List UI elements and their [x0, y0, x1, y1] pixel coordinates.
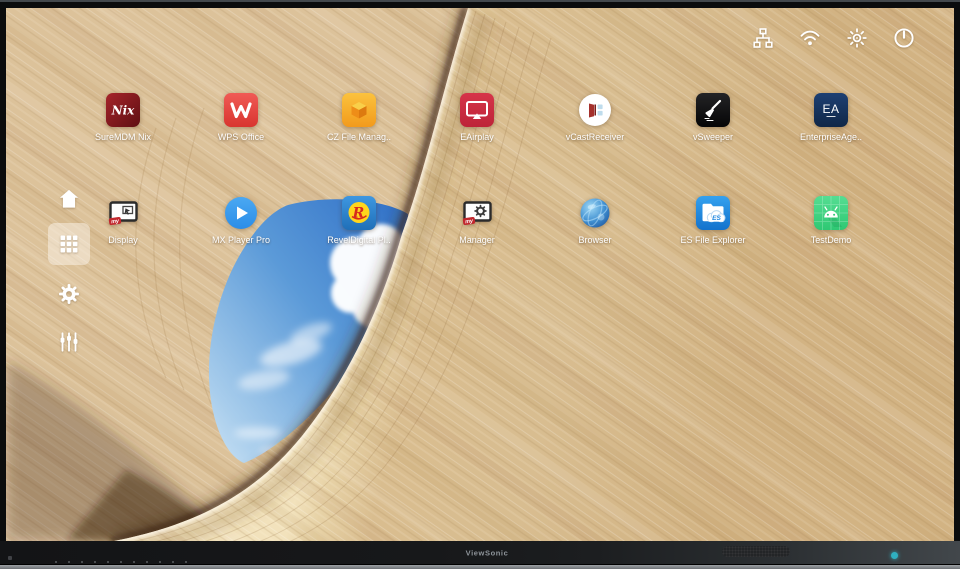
power-icon[interactable]: [892, 26, 916, 50]
interactive-display-device: Nix SureMDM Nix WPS Office: [0, 0, 960, 569]
testdemo-icon: [814, 196, 848, 230]
app-suremdm-nix[interactable]: Nix SureMDM Nix: [64, 93, 182, 143]
front-port-marks: [55, 561, 190, 563]
eairplay-icon: [460, 93, 494, 127]
power-led: [891, 552, 898, 559]
mx-player-pro-icon: [224, 196, 258, 230]
app-label: EAirplay: [460, 132, 494, 143]
app-label: Display: [108, 235, 138, 246]
app-wps-office[interactable]: WPS Office: [182, 93, 300, 143]
suremdm-nix-icon: Nix: [106, 93, 140, 127]
app-label: RevelDigital Pl..: [327, 235, 391, 246]
status-bar: [751, 26, 916, 50]
speaker-grille: [722, 546, 790, 557]
app-row-1: Nix SureMDM Nix WPS Office: [64, 93, 890, 143]
app-label: vCastReceiver: [566, 132, 625, 143]
sidebar-item-settings[interactable]: [56, 281, 82, 307]
brightness-icon[interactable]: [845, 26, 869, 50]
bezel-top-edge: [0, 0, 960, 2]
svg-text:Nix: Nix: [111, 104, 136, 118]
app-es-file-explorer[interactable]: ES ES File Explorer: [654, 196, 772, 246]
app-reveldigital[interactable]: R RevelDigital Pl..: [300, 196, 418, 246]
app-manager[interactable]: my Manager: [418, 196, 536, 246]
bezel-corner-mark: [8, 556, 12, 560]
app-label: TestDemo: [811, 235, 852, 246]
manager-icon: my: [460, 196, 494, 230]
brand-logo: ViewSonic: [466, 548, 509, 557]
app-vcastreceiver[interactable]: vCastReceiver: [536, 93, 654, 143]
es-file-explorer-icon: ES: [696, 196, 730, 230]
app-testdemo[interactable]: TestDemo: [772, 196, 890, 246]
enterpriseagent-icon: EA: [814, 93, 848, 127]
wifi-icon[interactable]: [798, 26, 822, 50]
app-display[interactable]: my Display: [64, 196, 182, 246]
app-row-2: my Display MX Player Pro: [64, 196, 890, 246]
app-label: SureMDM Nix: [95, 132, 151, 143]
app-label: Browser: [578, 235, 611, 246]
app-enterpriseagent[interactable]: EA EnterpriseAge..: [772, 93, 890, 143]
app-grid: Nix SureMDM Nix WPS Office: [64, 93, 890, 246]
reveldigital-icon: R: [342, 196, 376, 230]
app-vsweeper[interactable]: vSweeper: [654, 93, 772, 143]
wallpaper-page-curl: [6, 8, 954, 541]
bezel-bottom-strip: [0, 565, 960, 569]
svg-text:EA: EA: [822, 102, 839, 116]
cz-file-manager-icon: [342, 93, 376, 127]
app-label: vSweeper: [693, 132, 733, 143]
sidebar-item-input-adjust[interactable]: [56, 329, 82, 355]
wps-office-icon: [224, 93, 258, 127]
vcastreceiver-icon: [578, 93, 612, 127]
vsweeper-icon: [696, 93, 730, 127]
ethernet-icon[interactable]: [751, 26, 775, 50]
app-browser[interactable]: Browser: [536, 196, 654, 246]
browser-icon: [578, 196, 612, 230]
app-label: ES File Explorer: [680, 235, 745, 246]
app-mx-player-pro[interactable]: MX Player Pro: [182, 196, 300, 246]
screen: Nix SureMDM Nix WPS Office: [6, 8, 954, 541]
display-icon: my: [106, 196, 140, 230]
app-eairplay[interactable]: EAirplay: [418, 93, 536, 143]
app-label: CZ File Manag..: [327, 132, 391, 143]
app-label: EnterpriseAge..: [800, 132, 862, 143]
app-cz-file-manager[interactable]: CZ File Manag..: [300, 93, 418, 143]
app-label: Manager: [459, 235, 495, 246]
app-label: MX Player Pro: [212, 235, 270, 246]
app-label: WPS Office: [218, 132, 264, 143]
bottom-bezel: ViewSonic: [0, 541, 960, 564]
svg-text:ES: ES: [712, 215, 721, 222]
